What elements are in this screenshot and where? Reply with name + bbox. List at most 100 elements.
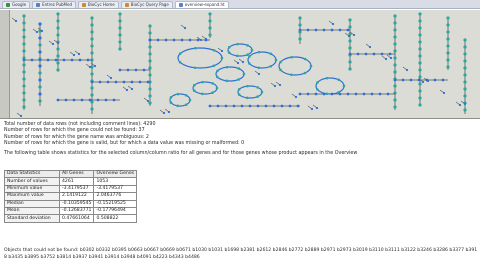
metabolite-node: [463, 87, 467, 91]
metabolite-node: [38, 92, 42, 96]
metabolite-node: [225, 79, 229, 83]
metabolite-node: [22, 49, 26, 53]
browser-tab[interactable]: BioCyc Query Page: [120, 0, 173, 8]
metabolite-node: [118, 33, 122, 37]
metabolite-node: [148, 31, 152, 35]
metabolite-node: [142, 68, 146, 72]
metabolite-node: [56, 47, 60, 51]
metabolite-node: [38, 85, 42, 89]
metabolite-node: [458, 103, 462, 107]
metabolite-node: [446, 30, 450, 34]
pubmed-icon: [36, 2, 41, 7]
metabolite-node: [418, 75, 422, 79]
table-row: Median -0.10359545 -0.15219525: [4, 199, 138, 208]
metabolite-node: [211, 82, 214, 85]
metabolite-node: [296, 104, 300, 108]
metabolite-node: [256, 95, 259, 98]
browser-tab-label: Entrez PubMed: [42, 2, 72, 7]
metabolite-node: [393, 63, 397, 67]
metabolite-node: [62, 58, 66, 62]
metabolite-node: [418, 40, 422, 44]
metabolite-node: [178, 52, 182, 55]
metabolite-node: [22, 105, 26, 109]
metabolite-node: [93, 64, 97, 68]
all-genes-value: 2.1419122: [58, 192, 95, 201]
metabolite-node: [193, 66, 197, 70]
metabolite-node: [126, 68, 130, 72]
metabolite-node: [378, 92, 382, 96]
metabolite-node: [148, 73, 152, 77]
biocyc-icon: [82, 2, 86, 7]
browser-tab[interactable]: Entrez PubMed: [32, 0, 76, 8]
metabolite-node: [88, 98, 92, 102]
metabolite-node: [148, 45, 152, 49]
all-genes-value: -0.12683771: [58, 206, 95, 216]
metabolite-node: [248, 62, 251, 65]
metabolite-node: [38, 99, 42, 103]
pathway-overview-diagram[interactable]: [0, 10, 480, 119]
metabolite-node: [246, 84, 249, 88]
metabolite-node: [236, 61, 240, 65]
metabolite-node: [188, 38, 192, 42]
metabolite-node: [235, 54, 239, 58]
metabolite-node: [337, 78, 341, 82]
metabolite-node: [148, 38, 152, 42]
metabolite-node: [22, 70, 26, 74]
metabolite-node: [303, 71, 307, 75]
metabolite-node: [22, 91, 26, 95]
metabolite-node: [90, 107, 94, 111]
metabolite-node: [104, 98, 108, 102]
browser-tab-label: BioCyc Home: [88, 2, 115, 7]
metabolite-node: [269, 52, 273, 56]
row-label: Number of values: [4, 177, 60, 186]
metabolite-node: [418, 68, 422, 72]
metabolite-node: [356, 52, 360, 56]
metabolite-node: [362, 92, 366, 96]
metabolite-node: [227, 46, 231, 49]
metabolite-node: [418, 26, 422, 30]
metabolite-node: [176, 104, 180, 108]
metabolite-node: [22, 63, 26, 67]
metabolite-node: [237, 93, 241, 96]
metabolite-node: [421, 80, 425, 84]
pathway-graph[interactable]: [0, 10, 480, 118]
overview-genes-value: -3.4179537: [93, 184, 138, 194]
metabolite-node: [245, 96, 249, 100]
metabolite-node: [257, 66, 261, 70]
metabolite-node: [433, 78, 437, 82]
metabolite-node: [22, 58, 26, 62]
metabolite-node: [125, 88, 129, 92]
metabolite-node: [418, 89, 422, 93]
metabolite-node: [169, 96, 173, 99]
metabolite-node: [88, 65, 92, 69]
metabolite-node: [148, 59, 152, 63]
metabolite-node: [401, 78, 405, 82]
metabolite-node: [426, 79, 430, 83]
all-genes-value: 0.47661064: [58, 214, 95, 223]
metabolite-node: [338, 28, 342, 32]
metabolite-node: [348, 52, 352, 56]
pathway-cycle: [177, 47, 223, 69]
browser-tab[interactable]: Google: [2, 0, 31, 8]
metabolite-node: [118, 68, 122, 72]
metabolite-node: [40, 29, 44, 33]
metabolite-node: [463, 80, 467, 84]
metabolite-node: [172, 38, 176, 42]
metabolite-node: [346, 92, 350, 96]
metabolite-node: [393, 70, 397, 74]
metabolite-node: [22, 77, 26, 81]
metabolite-node: [256, 104, 260, 108]
metabolite-node: [90, 23, 94, 27]
metabolite-node: [303, 57, 307, 61]
metabolite-node: [225, 65, 229, 69]
browser-tab[interactable]: overview-expand.ht: [174, 0, 229, 8]
metabolite-node: [309, 64, 313, 68]
metabolite-node: [288, 104, 292, 108]
overview-genes-value: -0.15219525: [93, 199, 138, 208]
browser-tab[interactable]: BioCyc Home: [78, 0, 119, 8]
metabolite-node: [169, 101, 173, 104]
metabolite-node: [442, 91, 446, 95]
table-header: Data Statistics: [4, 169, 60, 179]
metabolite-node: [246, 53, 249, 56]
google-icon: [6, 2, 10, 7]
